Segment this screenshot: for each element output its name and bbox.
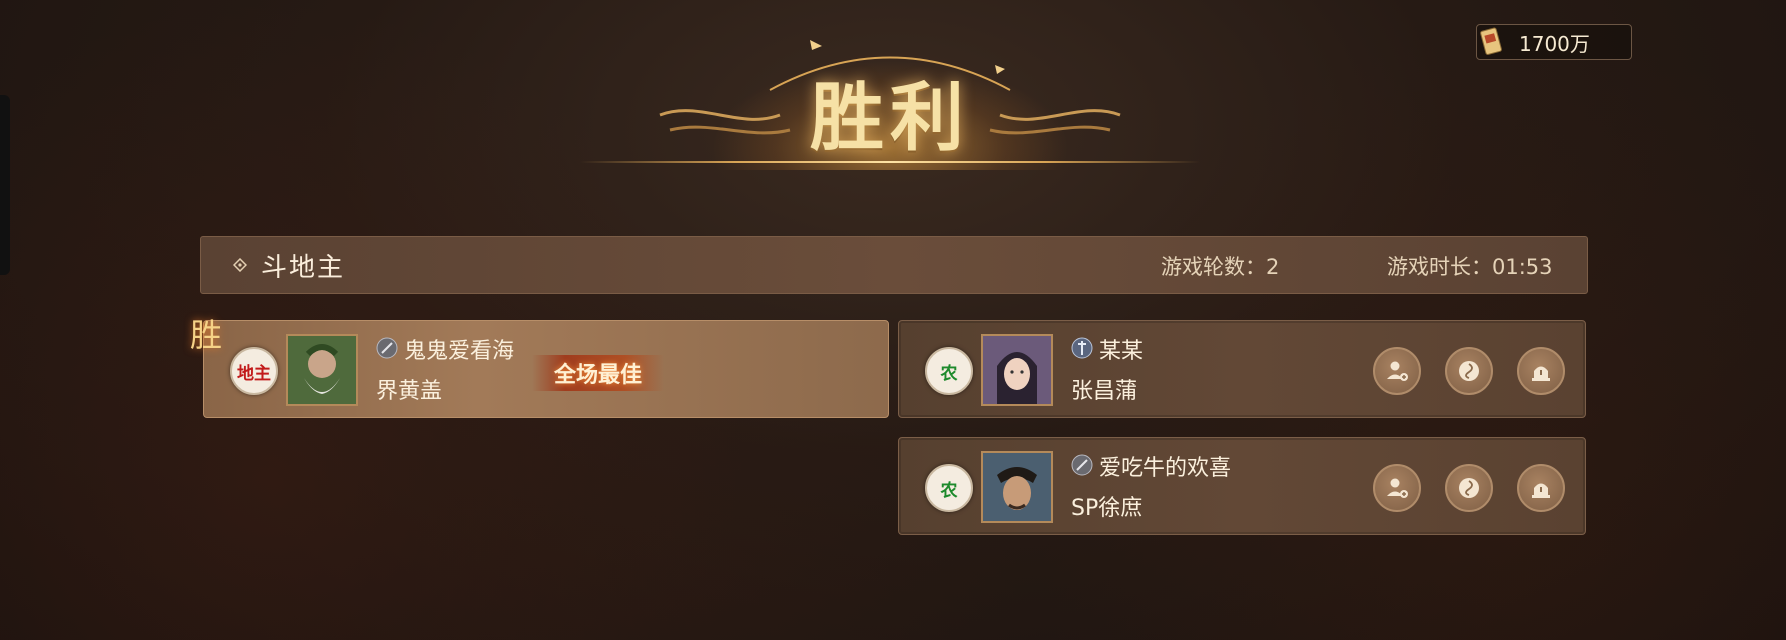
hero-portrait[interactable] <box>981 451 1053 523</box>
side-handle[interactable] <box>0 95 10 275</box>
victory-banner: 胜利 <box>540 20 1240 170</box>
alarm-icon <box>1532 483 1550 498</box>
victory-title: 胜利 <box>810 75 970 161</box>
alarm-icon <box>1532 366 1550 381</box>
game-mode: 斗地主 <box>261 252 346 283</box>
player-name: 某某 <box>1099 339 1144 364</box>
report-button[interactable] <box>1517 347 1565 395</box>
currency-amount: 1700万 <box>1519 31 1590 56</box>
rounds-count: 游戏轮数：2 <box>1161 255 1280 279</box>
hero-name: 界黄盖 <box>376 379 443 404</box>
landlord-role-icon: 地主 <box>230 347 278 395</box>
add-friend-icon <box>1387 361 1408 381</box>
rose-icon <box>1459 361 1479 381</box>
farmer-role-icon: 农 <box>925 464 973 512</box>
diamond-icon <box>233 258 247 272</box>
hero-portrait[interactable] <box>286 334 358 406</box>
title-divider <box>580 161 1200 163</box>
report-button[interactable] <box>1517 464 1565 512</box>
farmer-role-icon: 农 <box>925 347 973 395</box>
gift-flower-button[interactable] <box>1445 464 1493 512</box>
game-info-bar: 斗地主 游戏轮数：2 游戏时长：01:53 <box>200 236 1588 294</box>
rank-icon <box>376 337 398 359</box>
player-name: 鬼鬼爱看海 <box>404 339 515 364</box>
winner-mark: 胜 <box>190 316 223 354</box>
rank-icon <box>1071 337 1093 359</box>
game-duration: 游戏时长：01:53 <box>1387 255 1553 279</box>
player-card-winner: 地主 鬼鬼爱看海 界黄盖 全场最佳 <box>203 320 889 418</box>
add-friend-icon <box>1387 478 1408 498</box>
hero-name: SP徐庶 <box>1071 496 1143 521</box>
player-name: 爱吃牛的欢喜 <box>1099 456 1232 481</box>
rank-icon <box>1071 454 1093 476</box>
add-friend-button[interactable] <box>1373 464 1421 512</box>
gift-flower-button[interactable] <box>1445 347 1493 395</box>
hero-portrait[interactable] <box>981 334 1053 406</box>
add-friend-button[interactable] <box>1373 347 1421 395</box>
scroll-icon <box>1480 27 1502 55</box>
rose-icon <box>1459 478 1479 498</box>
player-card: 农 爱吃牛的欢喜 SP徐庶 <box>898 437 1586 535</box>
hero-name: 张昌蒲 <box>1071 379 1138 404</box>
currency-display[interactable]: 1700万 <box>1476 24 1632 60</box>
player-card: 农 某某 张昌蒲 <box>898 320 1586 418</box>
mvp-badge: 全场最佳 <box>532 355 665 391</box>
